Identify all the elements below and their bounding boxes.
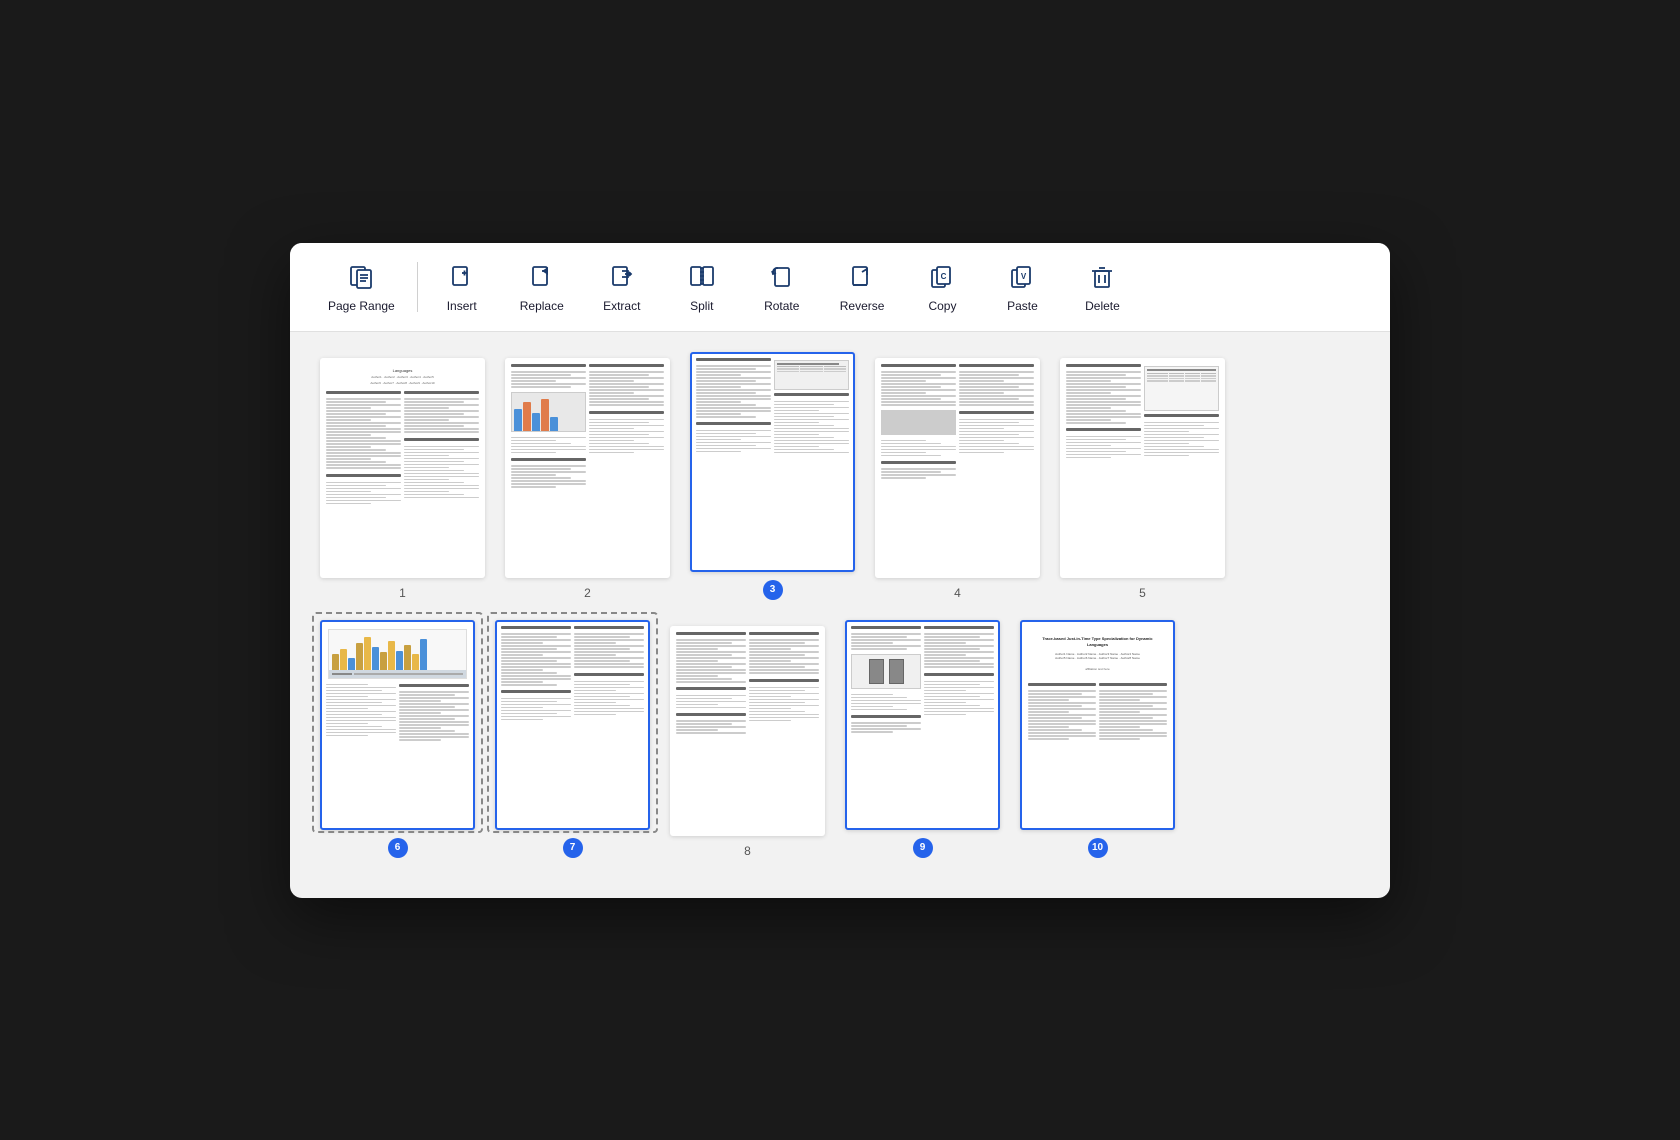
- toolbar-page-range[interactable]: Page Range: [310, 253, 413, 321]
- svg-text:V: V: [1021, 272, 1027, 281]
- page-number-4: 4: [954, 586, 961, 600]
- toolbar-divider: [417, 262, 418, 312]
- toolbar-copy-label: Copy: [928, 299, 956, 313]
- pages-container: Languages Author1 · Author2 · Author3 · …: [290, 332, 1390, 898]
- toolbar-paste-label: Paste: [1007, 299, 1038, 313]
- page-item-3[interactable]: 3: [690, 352, 855, 600]
- page-item-7[interactable]: 7: [495, 620, 650, 858]
- page-number-1: 1: [399, 586, 406, 600]
- copy-icon: C: [926, 261, 958, 293]
- toolbar-split[interactable]: Split: [662, 253, 742, 321]
- page-range-icon: [345, 261, 377, 293]
- page-number-badge-9: 9: [913, 838, 933, 858]
- toolbar-rotate-label: Rotate: [764, 299, 799, 313]
- toolbar-paste[interactable]: V Paste: [982, 253, 1062, 321]
- toolbar-rotate[interactable]: Rotate: [742, 253, 822, 321]
- rotate-icon: [766, 261, 798, 293]
- toolbar-page-range-label: Page Range: [328, 299, 395, 313]
- toolbar-reverse-label: Reverse: [840, 299, 885, 313]
- toolbar-delete[interactable]: Delete: [1062, 253, 1142, 321]
- page-number-2: 2: [584, 586, 591, 600]
- page-item-1[interactable]: Languages Author1 · Author2 · Author3 · …: [320, 358, 485, 600]
- replace-icon: [526, 261, 558, 293]
- page-item-10[interactable]: Trace-based Just-in-Time Type Specializa…: [1020, 620, 1175, 858]
- svg-text:C: C: [941, 272, 947, 281]
- page-number-badge-3: 3: [763, 580, 783, 600]
- page-item-6[interactable]: 6: [320, 620, 475, 858]
- page-number-badge-7: 7: [563, 838, 583, 858]
- reverse-icon: [846, 261, 878, 293]
- page-item-4[interactable]: 4: [875, 358, 1040, 600]
- toolbar-insert[interactable]: Insert: [422, 253, 502, 321]
- page-item-5[interactable]: 5: [1060, 358, 1225, 600]
- page-number-badge-10: 10: [1088, 838, 1108, 858]
- toolbar-replace-label: Replace: [520, 299, 564, 313]
- toolbar-insert-label: Insert: [447, 299, 477, 313]
- extract-icon: [606, 261, 638, 293]
- insert-icon: [446, 261, 478, 293]
- toolbar-copy[interactable]: C Copy: [902, 253, 982, 321]
- toolbar-delete-label: Delete: [1085, 299, 1120, 313]
- paste-icon: V: [1006, 261, 1038, 293]
- pages-row-2: 6: [320, 620, 1360, 858]
- split-icon: [686, 261, 718, 293]
- page-number-5: 5: [1139, 586, 1146, 600]
- toolbar-extract-label: Extract: [603, 299, 640, 313]
- toolbar-reverse[interactable]: Reverse: [822, 253, 903, 321]
- toolbar-split-label: Split: [690, 299, 713, 313]
- page-item-2[interactable]: 2: [505, 358, 670, 600]
- page-number-badge-6: 6: [388, 838, 408, 858]
- page-number-8: 8: [744, 844, 751, 858]
- page-item-8[interactable]: 8: [670, 626, 825, 858]
- toolbar: Page Range Insert Replace: [290, 243, 1390, 332]
- app-window: Page Range Insert Replace: [290, 243, 1390, 898]
- toolbar-replace[interactable]: Replace: [502, 253, 582, 321]
- page-item-9[interactable]: 9: [845, 620, 1000, 858]
- toolbar-extract[interactable]: Extract: [582, 253, 662, 321]
- delete-icon: [1086, 261, 1118, 293]
- pages-row-1: Languages Author1 · Author2 · Author3 · …: [320, 352, 1360, 600]
